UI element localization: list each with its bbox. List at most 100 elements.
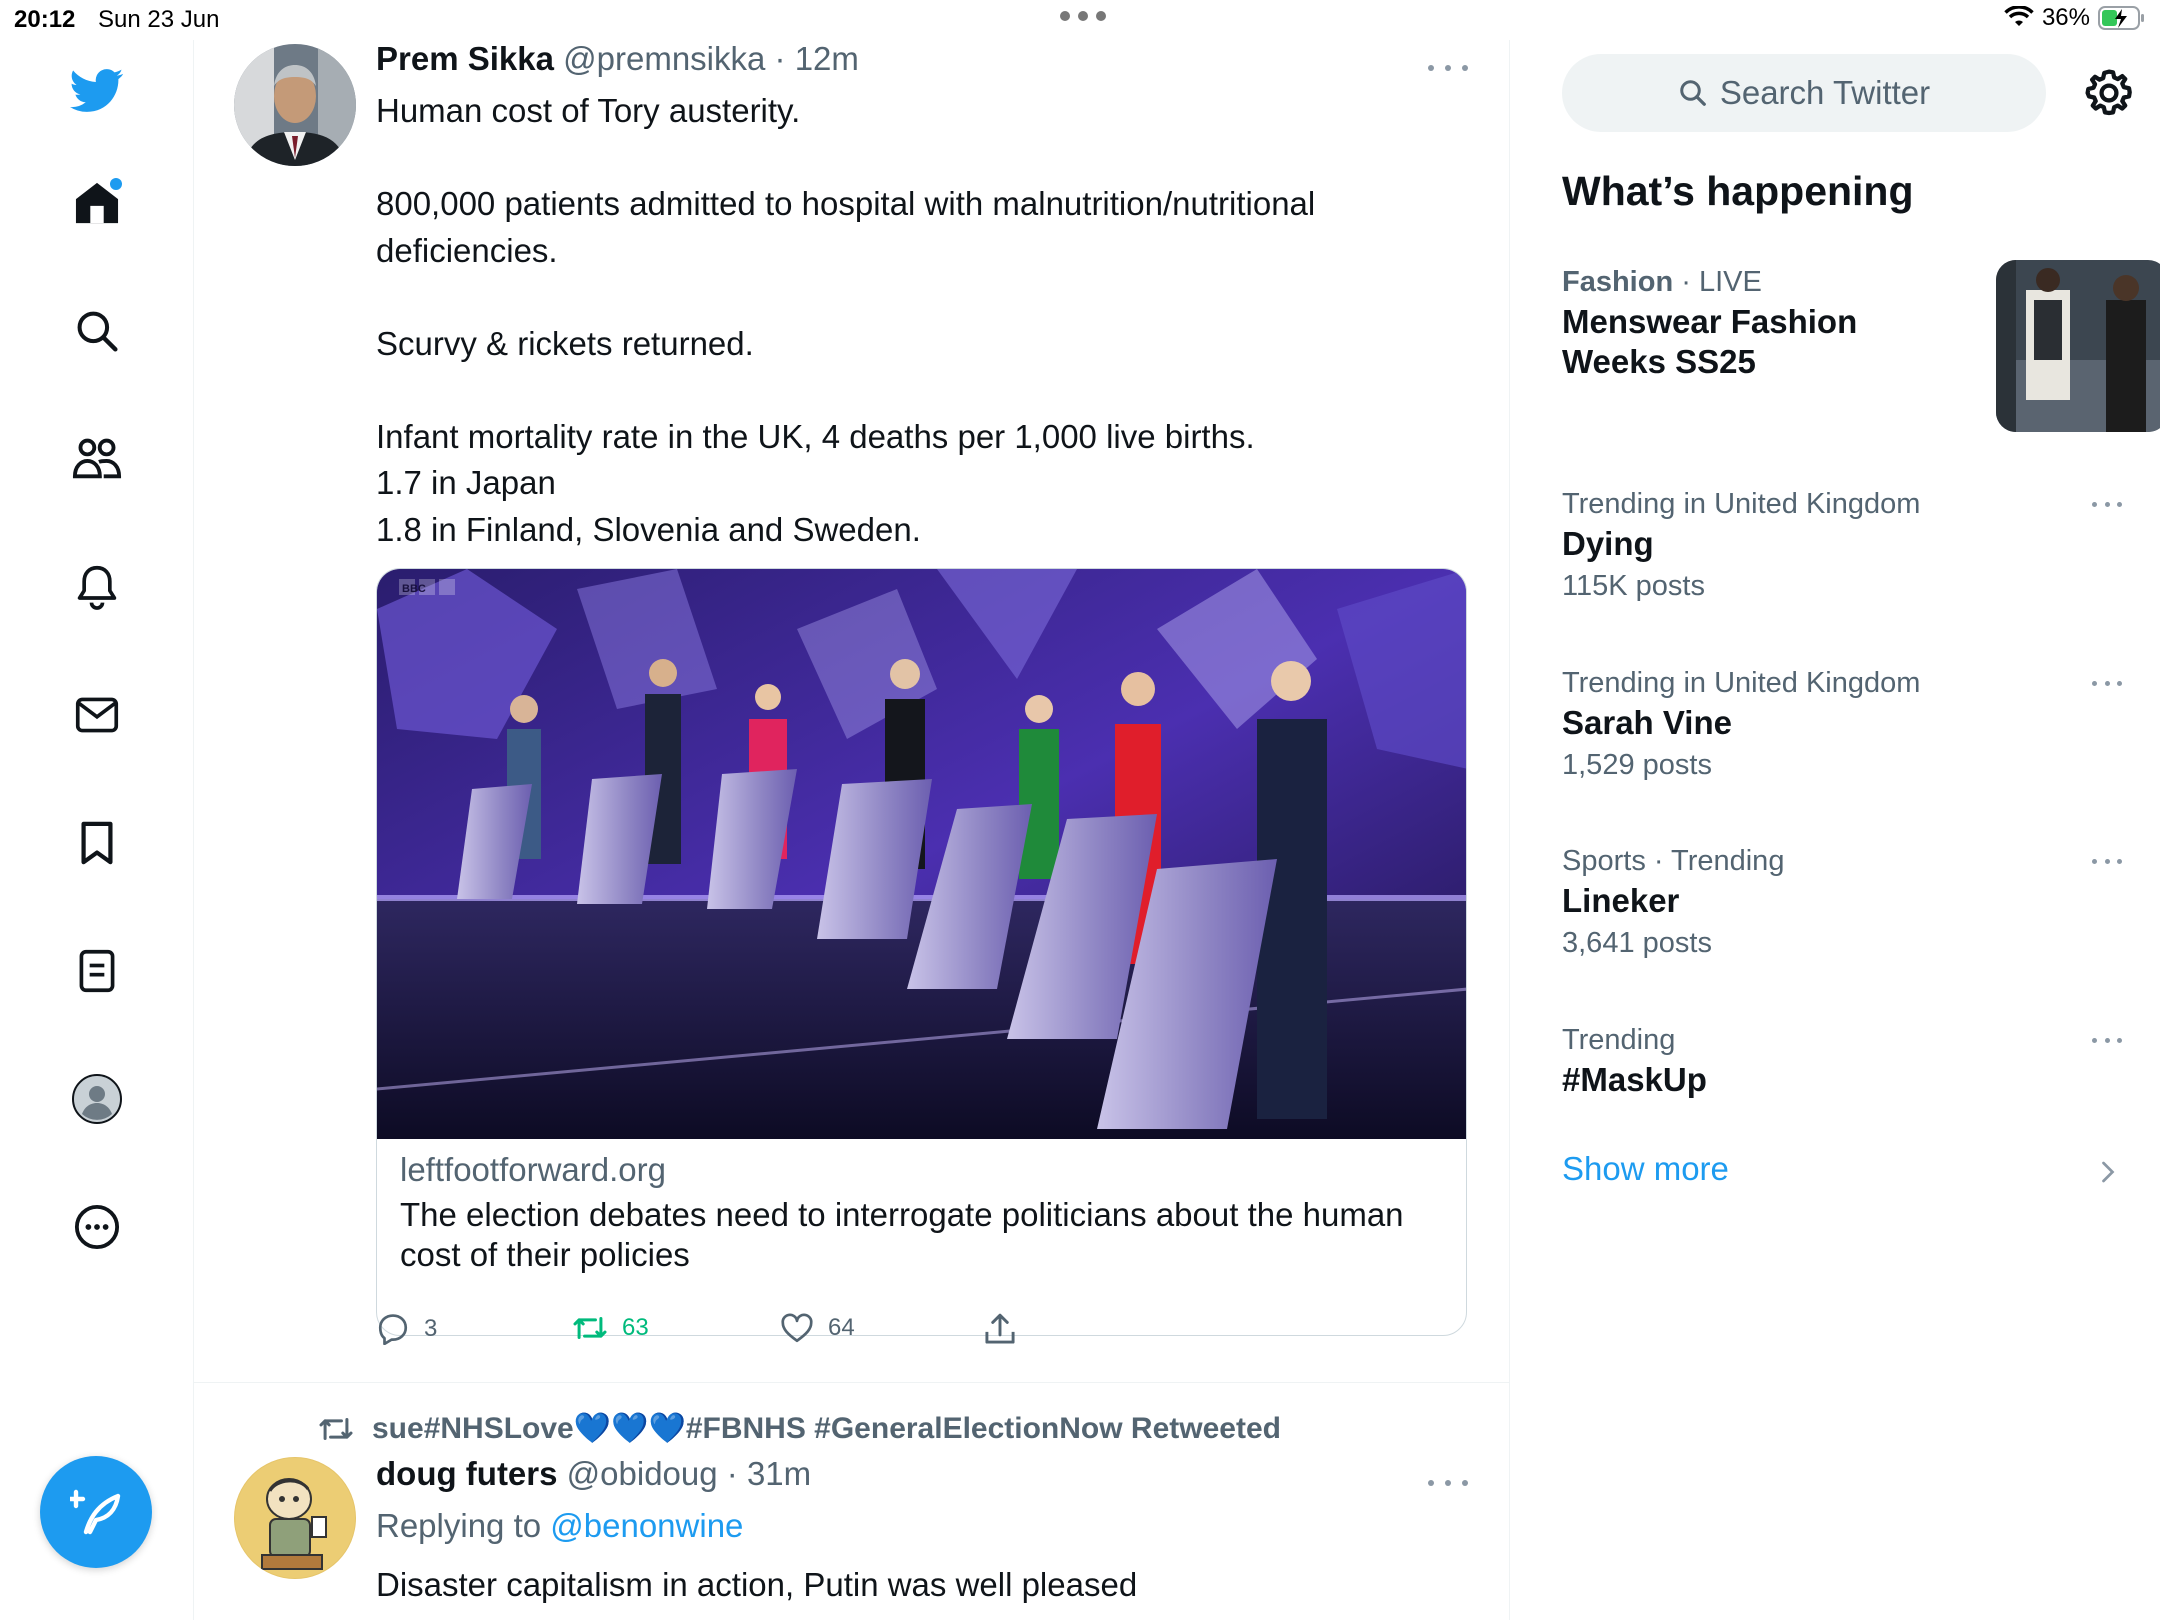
trend-count: 115K posts — [1562, 570, 1705, 602]
trend-count: 1,529 posts — [1562, 749, 1712, 781]
tweet-text: Disaster capitalism in action, Putin was… — [376, 1566, 1138, 1603]
lists-icon — [78, 949, 116, 993]
tweet[interactable]: sue#NHSLove💙💙💙#FBNHS #GeneralElectionNow… — [194, 1383, 1509, 1620]
compose-feather-icon — [70, 1488, 122, 1536]
tweet-header: Prem Sikka @premnsikka · 12m — [376, 40, 859, 78]
trend-count: 3,641 posts — [1562, 927, 1712, 959]
retweet-count: 63 — [622, 1314, 649, 1341]
status-indicators: 36% — [2004, 4, 2146, 32]
share-button[interactable] — [984, 1313, 1016, 1345]
trend-item[interactable]: Trending in United Kingdom Sarah Vine 1,… — [1562, 663, 2122, 787]
trend-category: Trending in United Kingdom — [1562, 667, 1921, 699]
trend-item[interactable]: Trending #MaskUp — [1562, 1020, 2122, 1100]
tweet-more-icon[interactable] — [1428, 58, 1468, 78]
retweeted-by: sue#NHSLove💙💙💙#FBNHS #GeneralElectionNow… — [318, 1411, 1281, 1446]
twitter-logo-icon[interactable] — [66, 60, 128, 122]
tweet-time[interactable]: 12m — [795, 40, 859, 77]
retweet-icon — [318, 1414, 354, 1444]
blue-hearts: 💙💙💙 — [573, 1412, 686, 1445]
left-navigation — [0, 40, 194, 1620]
nav-lists[interactable] — [66, 940, 128, 1002]
share-icon — [984, 1313, 1016, 1345]
tweet-line: 800,000 patients admitted to hospital wi… — [376, 185, 1316, 269]
nav-home[interactable] — [66, 172, 128, 234]
trend-more-icon[interactable] — [2092, 677, 2122, 689]
retweeter-name: sue#NHSLove — [372, 1412, 574, 1445]
replying-prefix: Replying to — [376, 1507, 551, 1544]
reply-button[interactable]: 3 — [376, 1313, 437, 1345]
notifications-icon — [75, 564, 119, 610]
tweet-line: Human cost of Tory austerity. — [376, 92, 801, 129]
tweet-line: 1.8 in Finland, Slovenia and Sweden. — [376, 510, 921, 548]
nav-more[interactable] — [66, 1196, 128, 1258]
replying-to-link[interactable]: @benonwine — [550, 1507, 743, 1544]
chevron-right-icon — [2100, 1160, 2116, 1184]
home-timeline: Prem Sikka @premnsikka · 12m Human cost … — [194, 40, 1510, 1620]
multitasking-dots-icon[interactable] — [1060, 8, 1106, 24]
nav-profile[interactable] — [66, 1068, 128, 1130]
author-handle[interactable]: @premnsikka — [563, 40, 765, 77]
nav-messages[interactable] — [66, 684, 128, 746]
search-input[interactable]: Search Twitter — [1562, 54, 2046, 132]
author-handle[interactable]: @obidoug — [567, 1455, 718, 1492]
like-button[interactable]: 64 — [780, 1313, 855, 1343]
trend-item[interactable]: Fashion · LIVE Menswear Fashion Weeks SS… — [1562, 260, 2160, 432]
trend-title: Lineker — [1562, 882, 1680, 919]
search-icon — [75, 309, 119, 353]
meta-separator: · — [765, 40, 795, 77]
retweet-suffix: #FBNHS #GeneralElectionNow Retweeted — [685, 1412, 1281, 1445]
avatar[interactable] — [234, 44, 356, 166]
nav-notifications[interactable] — [66, 556, 128, 618]
search-placeholder: Search Twitter — [1719, 74, 1931, 111]
trend-item[interactable]: Trending in United Kingdom Dying 115K po… — [1562, 484, 2122, 608]
trend-more-icon[interactable] — [2092, 855, 2122, 867]
bookmarks-icon — [79, 820, 115, 866]
messages-icon — [75, 696, 119, 734]
reply-icon — [376, 1313, 410, 1345]
avatar[interactable] — [234, 1457, 356, 1579]
nav-explore[interactable] — [66, 300, 128, 362]
tweet-more-icon[interactable] — [1428, 1473, 1468, 1493]
tweet-text: Human cost of Tory austerity. 800,000 pa… — [376, 88, 1396, 553]
right-sidebar: Search Twitter What’s happening Fashion … — [1510, 40, 2160, 1620]
more-icon — [74, 1204, 120, 1250]
trend-live: LIVE — [1698, 266, 1762, 298]
settings-button[interactable] — [2082, 66, 2136, 120]
search-icon — [1678, 78, 1708, 108]
status-date: Sun 23 Jun — [98, 6, 220, 33]
retweet-icon — [572, 1313, 608, 1343]
card-title: The election debates need to interrogate… — [400, 1196, 1404, 1273]
author-name[interactable]: Prem Sikka — [376, 40, 554, 77]
reply-count: 3 — [424, 1315, 438, 1342]
trend-title: Sarah Vine — [1562, 704, 1732, 741]
tweet-header: doug futers @obidoug · 31m — [376, 1455, 811, 1493]
whats-happening-title: What’s happening — [1562, 168, 1914, 214]
tweet-actions: 3 63 64 — [376, 1313, 1276, 1363]
trend-image — [1996, 260, 2160, 432]
trend-item[interactable]: Sports · Trending Lineker 3,641 posts — [1562, 841, 2122, 965]
gear-icon — [2082, 66, 2136, 120]
nav-bookmarks[interactable] — [66, 812, 128, 874]
author-name[interactable]: doug futers — [376, 1455, 557, 1492]
compose-tweet-button[interactable] — [40, 1456, 152, 1568]
retweeter-text[interactable]: sue#NHSLove💙💙💙#FBNHS #GeneralElectionNow… — [372, 1411, 1281, 1446]
meta-separator: · — [717, 1455, 747, 1492]
tweet-time[interactable]: 31m — [747, 1455, 811, 1492]
profile-icon — [72, 1074, 122, 1124]
retweet-button[interactable]: 63 — [572, 1313, 649, 1343]
trend-category-name: Fashion — [1562, 266, 1674, 298]
tweet[interactable]: Prem Sikka @premnsikka · 12m Human cost … — [194, 40, 1509, 1383]
home-notification-dot — [110, 178, 122, 190]
card-image: BBC — [377, 569, 1466, 1139]
nav-communities[interactable] — [66, 428, 128, 490]
bbc-logo-text: BBC — [402, 583, 426, 595]
link-card[interactable]: BBC leftfootforward.org The election deb… — [376, 568, 1467, 1336]
status-bar: 20:12 Sun 23 Jun 36% — [0, 0, 2160, 40]
card-domain: leftfootforward.org — [400, 1151, 666, 1188]
wifi-icon — [2004, 6, 2034, 30]
trend-title: Dying — [1562, 525, 1654, 562]
status-time: 20:12 — [14, 6, 76, 33]
trend-more-icon[interactable] — [2092, 1034, 2122, 1046]
show-more-link[interactable]: Show more — [1562, 1150, 1729, 1188]
trend-more-icon[interactable] — [2092, 498, 2122, 510]
